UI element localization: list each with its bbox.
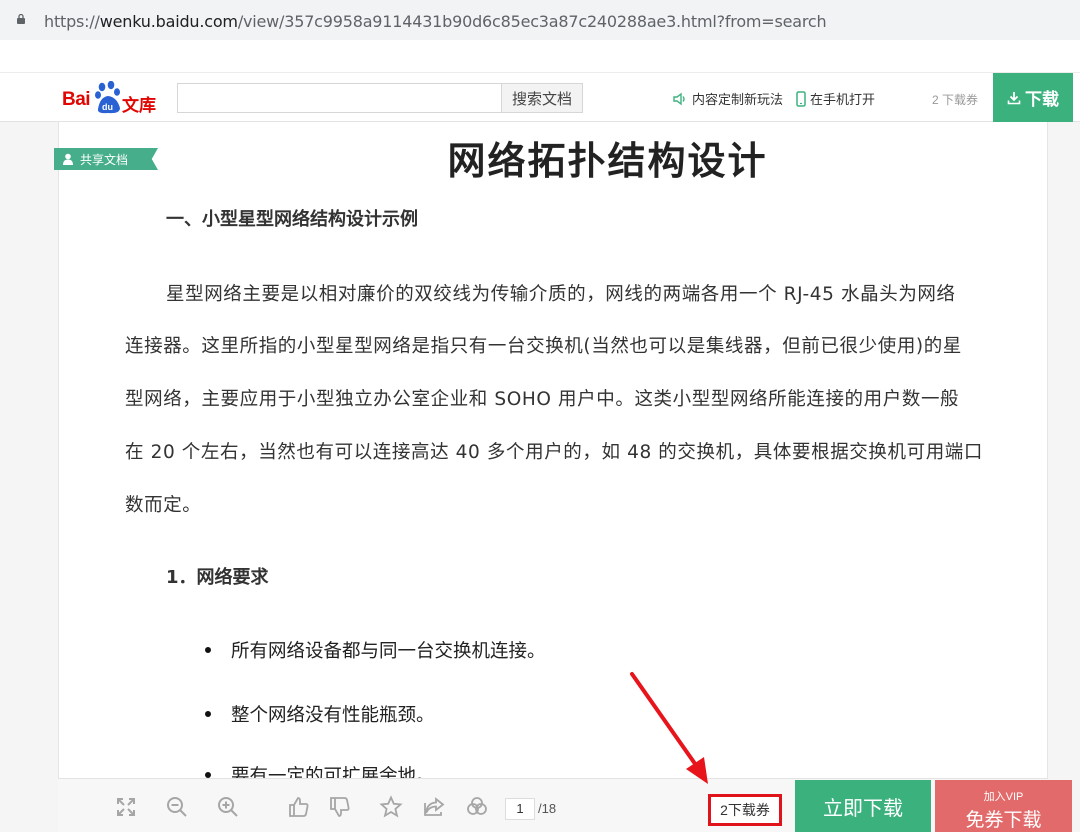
paragraph-line: 星型网络主要是以相对廉价的双绞线为传输介质的，网线的两端各用一个 RJ-45 水…	[166, 284, 956, 305]
fullscreen-icon[interactable]	[114, 795, 138, 819]
download-icon	[1007, 91, 1021, 104]
svg-text:du: du	[102, 102, 113, 112]
document-title: 网络拓扑结构设计	[447, 139, 768, 183]
paragraph-line: 型网络，主要应用于小型独立办公室企业和 SOHO 用户中。这类小型型网络所能连接…	[125, 389, 960, 410]
red-arrow-annotation	[630, 672, 708, 784]
paw-icon: du	[95, 81, 120, 114]
vip-download-button[interactable]: 加入VIP 免券下载	[935, 780, 1072, 832]
paragraph-line: 数而定。	[125, 495, 202, 516]
voucher-download-button[interactable]: 2下载券	[708, 794, 782, 826]
custom-content-link[interactable]: 内容定制新玩法	[672, 89, 783, 108]
page-gap	[0, 40, 1080, 72]
paragraph-line: 连接器。这里所指的小型星型网络是指只有一台交换机(当然也可以是集线器，但前已很少…	[125, 336, 962, 357]
browser-address-bar: https://wenku.baidu.com/view/357c9958a91…	[0, 0, 1080, 40]
phone-icon	[796, 90, 806, 107]
site-header: Bai du 文库 搜索文档 内容定制新玩法 在手机打开 2 下载券 下载	[0, 72, 1080, 122]
page-number-input[interactable]: 1	[505, 798, 535, 820]
page-total: /18	[538, 801, 557, 816]
link-icon[interactable]	[465, 795, 489, 819]
header-download-button[interactable]: 下载	[993, 73, 1073, 122]
share-icon[interactable]	[422, 795, 446, 819]
zoom-in-icon[interactable]	[216, 795, 240, 819]
thumbs-down-icon[interactable]	[328, 795, 352, 819]
voucher-count: 2 下载券	[932, 93, 979, 107]
baidu-wenku-logo[interactable]: Bai du 文库	[62, 79, 162, 117]
list-item: 整个网络没有性能瓶颈。	[205, 701, 435, 727]
speaker-icon	[673, 92, 685, 105]
document-viewer	[0, 122, 1080, 832]
search-input[interactable]	[177, 83, 502, 113]
url-text: https://wenku.baidu.com/view/357c9958a91…	[44, 12, 827, 31]
section-heading: 一、小型星型网络结构设计示例	[166, 209, 418, 230]
thumbs-up-icon[interactable]	[287, 795, 311, 819]
zoom-out-icon[interactable]	[165, 795, 189, 819]
subsection-heading: 1．网络要求	[166, 567, 269, 588]
download-now-button[interactable]: 立即下载	[795, 780, 931, 832]
open-on-mobile-link[interactable]: 在手机打开	[796, 89, 875, 108]
list-item: 所有网络设备都与同一台交换机连接。	[205, 637, 546, 663]
paragraph-line: 在 20 个左右，当然也有可以连接高达 40 多个用户的，如 48 的交换机，具…	[125, 442, 984, 463]
star-icon[interactable]	[379, 795, 403, 819]
lock-icon	[17, 14, 25, 24]
search-button[interactable]: 搜索文档	[501, 83, 583, 113]
url-field[interactable]: https://wenku.baidu.com/view/357c9958a91…	[6, 4, 1080, 34]
